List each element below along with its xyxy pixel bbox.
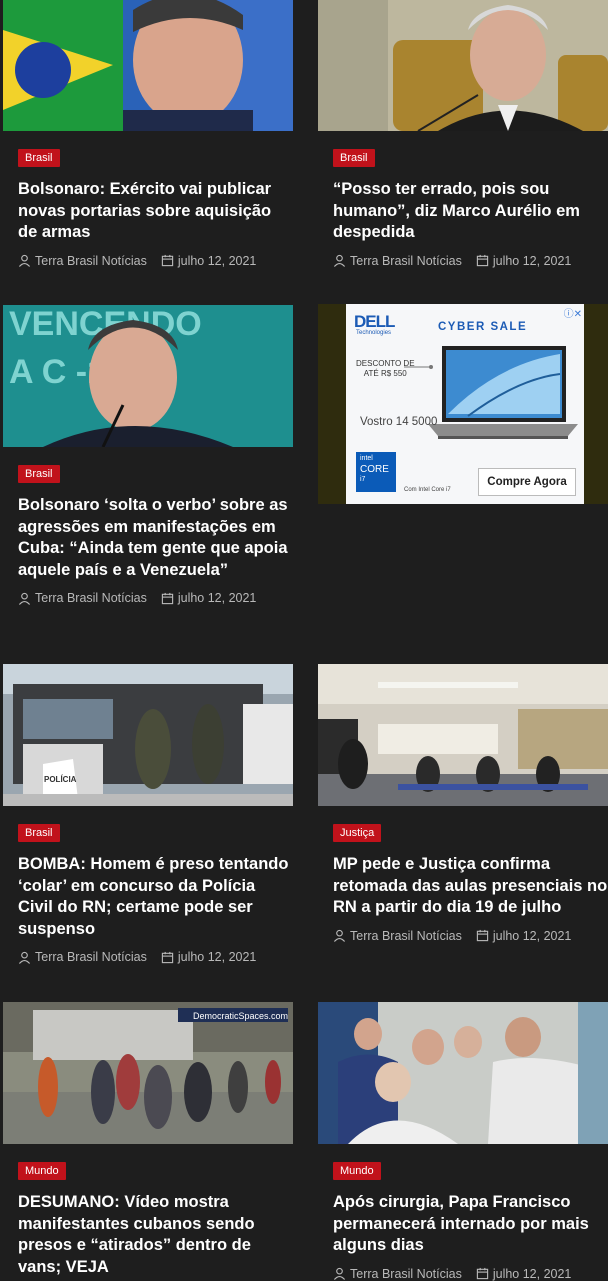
category-badge[interactable]: Justiça [333, 824, 382, 842]
article-body: Justiça MP pede e Justiça confirma retom… [318, 823, 608, 943]
article-card: Mundo Após cirurgia, Papa Francisco perm… [318, 1002, 608, 1281]
publish-date: julho 12, 2021 [177, 950, 257, 964]
author-link[interactable]: Terra Brasil Notícias [333, 929, 462, 943]
article-card: DemocraticSpaces.com Mundo DESUMANO: Víd… [3, 1002, 293, 1278]
article-body: Mundo DESUMANO: Vídeo mostra manifestant… [3, 1161, 293, 1278]
date-link[interactable]: julho 12, 2021 [476, 928, 572, 943]
article-meta: Terra Brasil Notícias julho 12, 2021 [333, 254, 608, 268]
date-link[interactable]: julho 12, 2021 [161, 253, 257, 268]
user-icon [333, 254, 346, 267]
calendar-icon [476, 1267, 489, 1280]
publish-date: julho 12, 2021 [177, 253, 257, 268]
article-thumbnail[interactable]: POLÍCIA [3, 664, 293, 806]
author-link[interactable]: Terra Brasil Notícias [333, 1267, 462, 1281]
article-title[interactable]: Após cirurgia, Papa Francisco permanecer… [333, 1192, 608, 1257]
article-thumbnail[interactable]: VENCENDO A C -19 [3, 305, 293, 447]
article-meta: Terra Brasil Notícias julho 12, 2021 [333, 1267, 608, 1281]
article-thumbnail[interactable] [3, 0, 293, 131]
author-link[interactable]: Terra Brasil Notícias [18, 591, 147, 605]
article-body: Mundo Após cirurgia, Papa Francisco perm… [318, 1161, 608, 1281]
article-meta: Terra Brasil Notícias julho 12, 2021 [18, 591, 293, 605]
author-name: Terra Brasil Notícias [35, 253, 147, 268]
user-icon [18, 592, 31, 605]
dell-logo: DELL [354, 312, 395, 331]
article-body: Brasil BOMBA: Homem é preso tentando ‘co… [3, 823, 293, 964]
category-badge[interactable]: Brasil [18, 465, 60, 483]
arrow-line [404, 365, 433, 369]
author-link[interactable]: Terra Brasil Notícias [18, 254, 147, 268]
article-body: Brasil Bolsonaro: Exército vai publicar … [3, 148, 293, 268]
category-badge[interactable]: Brasil [18, 824, 60, 842]
article-body: Brasil Bolsonaro ‘solta o verbo’ sobre a… [3, 464, 293, 605]
author-link[interactable]: Terra Brasil Notícias [18, 950, 147, 964]
user-icon [18, 951, 31, 964]
author-link[interactable]: Terra Brasil Notícias [333, 254, 462, 268]
core-tier: i7 [360, 476, 366, 483]
intel-text: Com Intel Core i7 [404, 487, 451, 493]
date-link[interactable]: julho 12, 2021 [476, 1266, 572, 1281]
publish-date: julho 12, 2021 [177, 591, 257, 605]
user-icon [18, 254, 31, 267]
category-badge[interactable]: Brasil [18, 149, 60, 167]
intel-label: intel [360, 455, 373, 462]
article-card: Brasil Bolsonaro: Exército vai publicar … [3, 0, 293, 268]
article-body: Brasil “Posso ter errado, pois sou human… [318, 148, 608, 268]
article-card: Brasil “Posso ter errado, pois sou human… [318, 0, 608, 268]
article-meta: Terra Brasil Notícias julho 12, 2021 [18, 254, 293, 268]
article-title[interactable]: “Posso ter errado, pois sou humano”, diz… [333, 179, 608, 244]
ad-model: Vostro 14 5000 [360, 416, 438, 428]
article-title[interactable]: Bolsonaro: Exército vai publicar novas p… [18, 179, 293, 244]
author-name: Terra Brasil Notícias [350, 253, 462, 268]
author-name: Terra Brasil Notícias [350, 1266, 462, 1281]
calendar-icon [161, 254, 174, 267]
publish-date: julho 12, 2021 [492, 1266, 572, 1281]
core-label: CORE [360, 464, 389, 475]
advertisement[interactable]: DELL Technologies CYBER SALE ⓘ✕ DESCONTO… [318, 304, 608, 504]
author-name: Terra Brasil Notícias [35, 950, 147, 964]
article-title[interactable]: Bolsonaro ‘solta o verbo’ sobre as agres… [18, 495, 293, 581]
article-title[interactable]: BOMBA: Homem é preso tentando ‘colar’ em… [18, 854, 293, 940]
user-icon [333, 1267, 346, 1280]
article-card: VENCENDO A C -19 Brasil Bolsonaro ‘solta… [3, 305, 293, 605]
calendar-icon [476, 254, 489, 267]
category-badge[interactable]: Mundo [18, 1162, 66, 1180]
author-name: Terra Brasil Notícias [35, 591, 147, 605]
date-link[interactable]: julho 12, 2021 [476, 253, 572, 268]
buy-now-button[interactable]: Compre Agora [478, 468, 576, 496]
article-meta: Terra Brasil Notícias julho 12, 2021 [18, 950, 293, 964]
laptop-image [428, 346, 578, 439]
calendar-icon [476, 929, 489, 942]
article-title[interactable]: MP pede e Justiça confirma retomada das … [333, 854, 608, 919]
calendar-icon [161, 951, 174, 963]
publish-date: julho 12, 2021 [492, 253, 572, 268]
publish-date: julho 12, 2021 [492, 928, 572, 943]
calendar-icon [161, 592, 174, 604]
ad-headline: CYBER SALE [438, 321, 528, 333]
article-thumbnail[interactable] [318, 664, 608, 806]
dell-sub: Technologies [356, 330, 392, 336]
article-meta: Terra Brasil Notícias julho 12, 2021 [333, 929, 608, 943]
article-thumbnail[interactable] [318, 1002, 608, 1144]
watermark-text: DemocraticSpaces.com [193, 1011, 288, 1021]
article-card: POLÍCIA Brasil BOMBA: Homem é preso tent… [3, 664, 293, 964]
intel-badge: intel CORE i7 [356, 452, 396, 492]
category-badge[interactable]: Brasil [333, 149, 375, 167]
article-card: Justiça MP pede e Justiça confirma retom… [318, 664, 608, 943]
article-thumbnail[interactable] [318, 0, 608, 131]
user-icon [333, 929, 346, 942]
police-badge-text: POLÍCIA [44, 775, 77, 784]
author-name: Terra Brasil Notícias [350, 928, 462, 943]
article-title[interactable]: DESUMANO: Vídeo mostra manifestantes cub… [18, 1192, 293, 1278]
article-thumbnail[interactable]: DemocraticSpaces.com [3, 1002, 293, 1144]
category-badge[interactable]: Mundo [333, 1162, 381, 1180]
date-link[interactable]: julho 12, 2021 [161, 950, 257, 964]
date-link[interactable]: julho 12, 2021 [161, 591, 257, 605]
ad-banner[interactable]: DELL Technologies CYBER SALE ⓘ✕ DESCONTO… [346, 304, 584, 504]
ad-close-icon[interactable]: ⓘ✕ [564, 305, 582, 320]
